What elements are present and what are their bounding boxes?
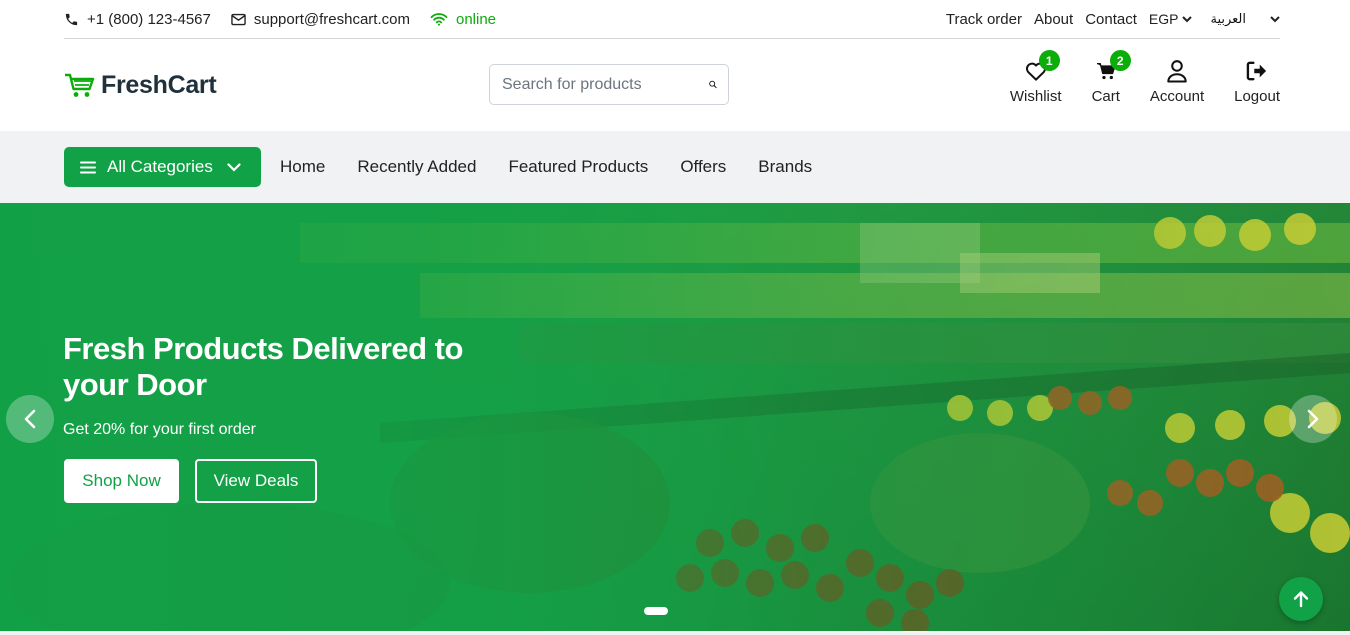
slider-dot-active[interactable] [644, 607, 668, 615]
chevron-right-icon [1307, 409, 1319, 429]
cart-label: Cart [1091, 88, 1120, 105]
language-value: العربية [1210, 11, 1246, 26]
account-button[interactable]: Account [1150, 54, 1204, 105]
page-divider [0, 631, 1350, 635]
top-links: Track order About Contact EGP العربية [934, 11, 1280, 28]
view-deals-button[interactable]: View Deals [195, 459, 317, 503]
slider-next-button[interactable] [1289, 395, 1337, 443]
mail-icon [231, 13, 246, 25]
email-contact[interactable]: support@freshcart.com [231, 11, 410, 28]
track-order-link[interactable]: Track order [946, 11, 1022, 28]
nav-recently-added[interactable]: Recently Added [357, 157, 476, 177]
arrow-up-icon [1293, 591, 1309, 608]
nav-offers[interactable]: Offers [680, 157, 726, 177]
search-icon[interactable] [709, 76, 717, 93]
brand-name: FreshCart [101, 71, 217, 99]
slider-prev-button[interactable] [6, 395, 54, 443]
hero-subtitle: Get 20% for your first order [63, 421, 256, 438]
navigation-bar: All Categories Home Recently Added Featu… [0, 131, 1350, 203]
scroll-to-top-button[interactable] [1279, 577, 1323, 621]
search-input[interactable] [502, 75, 709, 94]
menu-icon [80, 161, 96, 173]
all-categories-button[interactable]: All Categories [64, 147, 261, 187]
user-icon [1167, 60, 1187, 83]
nav-home[interactable]: Home [280, 157, 325, 177]
search-box [489, 64, 729, 105]
chevron-down-icon [227, 162, 241, 172]
hero-slider: Fresh Products Delivered to your Door Ge… [0, 203, 1350, 631]
hero-title: Fresh Products Delivered to your Door [63, 331, 463, 402]
all-categories-label: All Categories [107, 157, 213, 176]
nav-featured-products[interactable]: Featured Products [508, 157, 648, 177]
phone-icon [65, 13, 78, 25]
chevron-down-icon [1182, 15, 1193, 22]
cart-count-badge: 2 [1109, 50, 1131, 71]
logout-label: Logout [1234, 88, 1280, 105]
account-label: Account [1149, 88, 1205, 105]
wishlist-label: Wishlist [1009, 88, 1062, 105]
main-header: FreshCart 1 Wishlist 2 Cart Account [64, 40, 1280, 131]
chevron-left-icon [24, 409, 36, 429]
wishlist-count-badge: 1 [1038, 50, 1060, 71]
header-actions: 1 Wishlist 2 Cart Account Logout [980, 50, 1280, 105]
online-status: online [430, 11, 496, 28]
language-selector[interactable]: العربية [1210, 11, 1280, 27]
contact-link[interactable]: Contact [1085, 11, 1137, 28]
about-link[interactable]: About [1034, 11, 1073, 28]
phone-number: +1 (800) 123-4567 [87, 10, 211, 28]
shopping-cart-logo-icon [65, 73, 95, 97]
top-bar: +1 (800) 123-4567 support@freshcart.com … [64, 0, 1280, 39]
email-address: support@freshcart.com [253, 10, 410, 28]
cart-button[interactable]: 2 Cart [1091, 50, 1131, 105]
online-text: online [455, 10, 497, 28]
slider-pagination [644, 607, 668, 615]
wishlist-button[interactable]: 1 Wishlist [1009, 50, 1062, 105]
logout-icon [1246, 61, 1267, 81]
wifi-icon [430, 13, 448, 26]
currency-value: EGP [1148, 11, 1179, 27]
logout-button[interactable]: Logout [1234, 54, 1280, 105]
main-nav-links: Home Recently Added Featured Products Of… [280, 131, 844, 203]
nav-brands[interactable]: Brands [758, 157, 812, 177]
currency-selector[interactable]: EGP [1149, 11, 1193, 27]
phone-contact[interactable]: +1 (800) 123-4567 [64, 11, 211, 28]
contact-info: +1 (800) 123-4567 support@freshcart.com … [64, 11, 516, 28]
brand-logo[interactable]: FreshCart [64, 71, 217, 100]
shop-now-button[interactable]: Shop Now [64, 459, 179, 503]
chevron-down-icon [1270, 15, 1280, 22]
hero-green-overlay [0, 203, 1350, 631]
